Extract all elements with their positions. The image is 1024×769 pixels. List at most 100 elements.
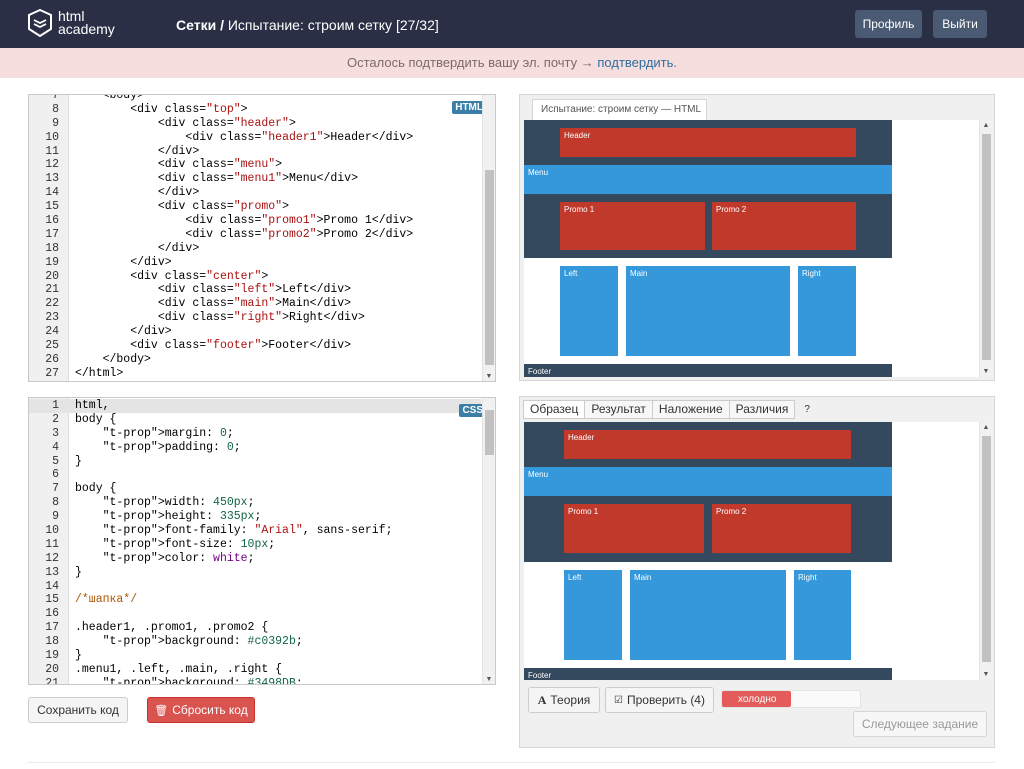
code-line[interactable]: 11 "t-prop">font-size: 10px; bbox=[29, 538, 481, 552]
tab-overlay[interactable]: Наложение bbox=[651, 400, 730, 419]
footer-block: Footer bbox=[524, 364, 892, 377]
scrollbar-thumb[interactable] bbox=[485, 410, 494, 455]
line-number: 18 bbox=[45, 635, 59, 649]
code-line[interactable]: 22 <div class="main">Main</div> bbox=[29, 297, 481, 311]
code-line[interactable]: 4 "t-prop">padding: 0; bbox=[29, 441, 481, 455]
code-line[interactable]: 10 "t-prop">font-family: "Arial", sans-s… bbox=[29, 524, 481, 538]
code-text: </div> bbox=[75, 186, 200, 200]
code-line[interactable]: 23 <div class="right">Right</div> bbox=[29, 311, 481, 325]
code-line[interactable]: 9 "t-prop">height: 335px; bbox=[29, 510, 481, 524]
code-line[interactable]: 13} bbox=[29, 566, 481, 580]
line-number: 9 bbox=[52, 510, 59, 524]
line-number: 16 bbox=[45, 214, 59, 228]
code-line[interactable]: 6 bbox=[29, 468, 481, 482]
scroll-up-arrow-icon[interactable]: ▲ bbox=[980, 122, 992, 129]
theory-label: Теория bbox=[550, 693, 591, 707]
code-line[interactable]: 15 <div class="promo"> bbox=[29, 200, 481, 214]
code-line[interactable]: 1 html, bbox=[29, 399, 481, 413]
confirm-email-link[interactable]: подтвердить bbox=[597, 55, 673, 70]
left-block: Left bbox=[560, 266, 618, 356]
code-line[interactable]: 9 <div class="header"> bbox=[29, 117, 481, 131]
profile-button[interactable]: Профиль bbox=[855, 10, 922, 38]
tab-result[interactable]: Результат bbox=[584, 400, 653, 419]
code-line[interactable]: 24 </div> bbox=[29, 325, 481, 339]
notice-text: Осталось подтвердить вашу эл. почту → bbox=[346, 55, 598, 70]
check-button[interactable]: ☑ Проверить (4) bbox=[605, 687, 714, 713]
html-preview-panel: Испытание: строим сетку — HTML Header Me… bbox=[519, 94, 995, 381]
code-text: "t-prop">font-size: 10px; bbox=[102, 537, 276, 551]
code-line[interactable]: 3 "t-prop">margin: 0; bbox=[29, 427, 481, 441]
code-line[interactable]: 17 <div class="promo2">Promo 2</div> bbox=[29, 228, 481, 242]
code-line[interactable]: 21 "t-prop">background: #3498DB; bbox=[29, 677, 481, 684]
code-line[interactable]: 27 </html> bbox=[29, 367, 481, 381]
code-line[interactable]: 20 .menu1, .left, .main, .right { bbox=[29, 663, 481, 677]
next-task-button[interactable]: Следующее задание bbox=[853, 711, 987, 737]
code-line[interactable]: 19 </div> bbox=[29, 256, 481, 270]
preview-tab[interactable]: Испытание: строим сетку — HTML bbox=[532, 99, 707, 120]
scrollbar-thumb[interactable] bbox=[982, 134, 991, 360]
code-line[interactable]: 19} bbox=[29, 649, 481, 663]
theory-button[interactable]: A Теория bbox=[528, 687, 600, 713]
scrollbar-thumb[interactable] bbox=[982, 436, 991, 662]
code-line[interactable]: 25 <div class="footer">Footer</div> bbox=[29, 339, 481, 353]
logout-button[interactable]: Выйти bbox=[933, 10, 987, 38]
html-code-editor[interactable]: 7 <body> 8 <div class="top"> 9 <div class=… bbox=[28, 94, 496, 382]
code-line[interactable]: 5} bbox=[29, 455, 481, 469]
code-line[interactable]: 13 <div class="menu1">Menu</div> bbox=[29, 172, 481, 186]
html-editor-scrollbar[interactable]: ▼ bbox=[482, 95, 495, 381]
line-number: 13 bbox=[45, 565, 59, 579]
tab-differences[interactable]: Различия bbox=[728, 400, 796, 419]
line-number: 11 bbox=[45, 537, 59, 551]
code-line[interactable]: 10 <div class="header1">Header</div> bbox=[29, 131, 481, 145]
code-text: .header1, .promo1, .promo2 { bbox=[75, 621, 269, 635]
promo2-block: Promo 2 bbox=[712, 504, 851, 553]
code-line[interactable]: 8 "t-prop">width: 450px; bbox=[29, 496, 481, 510]
code-line[interactable]: 16 <div class="promo1">Promo 1</div> bbox=[29, 214, 481, 228]
code-line[interactable]: 16 bbox=[29, 607, 481, 621]
code-text: </div> bbox=[75, 144, 200, 158]
code-line[interactable]: 14 bbox=[29, 580, 481, 594]
scroll-down-arrow-icon[interactable]: ▼ bbox=[980, 368, 992, 375]
code-line[interactable]: 17 .header1, .promo1, .promo2 { bbox=[29, 621, 481, 635]
line-number: 20 bbox=[45, 662, 59, 676]
scroll-down-arrow-icon[interactable]: ▼ bbox=[483, 676, 495, 683]
right-block: Right bbox=[794, 570, 851, 660]
preview-scrollbar[interactable]: ▲ ▼ bbox=[979, 120, 992, 377]
code-line[interactable]: 14 </div> bbox=[29, 186, 481, 200]
code-line[interactable]: 12 <div class="menu"> bbox=[29, 158, 481, 172]
help-icon[interactable]: ? bbox=[804, 400, 810, 419]
code-line[interactable]: 7 body { bbox=[29, 482, 481, 496]
scroll-down-arrow-icon[interactable]: ▼ bbox=[483, 373, 495, 380]
html-code-lines[interactable]: 7 <body> 8 <div class="top"> 9 <div class=… bbox=[29, 95, 481, 381]
code-line[interactable]: 12 "t-prop">color: white; bbox=[29, 552, 481, 566]
code-line[interactable]: 26 </body> bbox=[29, 353, 481, 367]
line-number: 6 bbox=[52, 468, 59, 482]
breadcrumb-task: Испытание: строим сетку bbox=[227, 17, 393, 33]
breadcrumb-section-link[interactable]: Сетки bbox=[176, 17, 216, 33]
code-line[interactable]: 15 /*шапка*/ bbox=[29, 593, 481, 607]
tab-sample[interactable]: Образец bbox=[523, 400, 586, 419]
code-line[interactable]: 2 body { bbox=[29, 413, 481, 427]
reset-code-button[interactable]: 🗑 Сбросить код bbox=[147, 697, 255, 723]
code-line[interactable]: 11 </div> bbox=[29, 145, 481, 159]
code-line[interactable]: 18 </div> bbox=[29, 242, 481, 256]
scrollbar-thumb[interactable] bbox=[485, 170, 494, 365]
scroll-down-arrow-icon[interactable]: ▼ bbox=[980, 671, 992, 678]
html-academy-logo-icon[interactable] bbox=[28, 9, 52, 37]
code-line[interactable]: 20 <div class="center"> bbox=[29, 270, 481, 284]
breadcrumb: Сетки / Испытание: строим сетку [27/32] bbox=[176, 17, 439, 33]
code-text: <div class="menu"> bbox=[75, 158, 283, 172]
code-line[interactable]: 7 <body> bbox=[29, 95, 481, 103]
scroll-up-arrow-icon[interactable]: ▲ bbox=[980, 424, 992, 431]
logo-text[interactable]: html academy bbox=[58, 9, 115, 36]
save-code-button[interactable]: Сохранить код bbox=[28, 697, 128, 723]
code-line[interactable]: 21 <div class="left">Left</div> bbox=[29, 283, 481, 297]
css-editor-scrollbar[interactable]: ▼ bbox=[482, 398, 495, 684]
css-code-editor[interactable]: 1 html, 2 body {3 "t-prop">margin: 0; 4 "t-p… bbox=[28, 397, 496, 685]
code-text: <div class="center"> bbox=[75, 269, 269, 283]
css-code-lines[interactable]: 1 html, 2 body {3 "t-prop">margin: 0; 4 "t-p… bbox=[29, 399, 481, 684]
sample-scrollbar[interactable]: ▲ ▼ bbox=[979, 422, 992, 680]
code-line[interactable]: 8 <div class="top"> bbox=[29, 103, 481, 117]
code-line[interactable]: 18 "t-prop">background: #c0392b; bbox=[29, 635, 481, 649]
line-number: 16 bbox=[45, 607, 59, 621]
